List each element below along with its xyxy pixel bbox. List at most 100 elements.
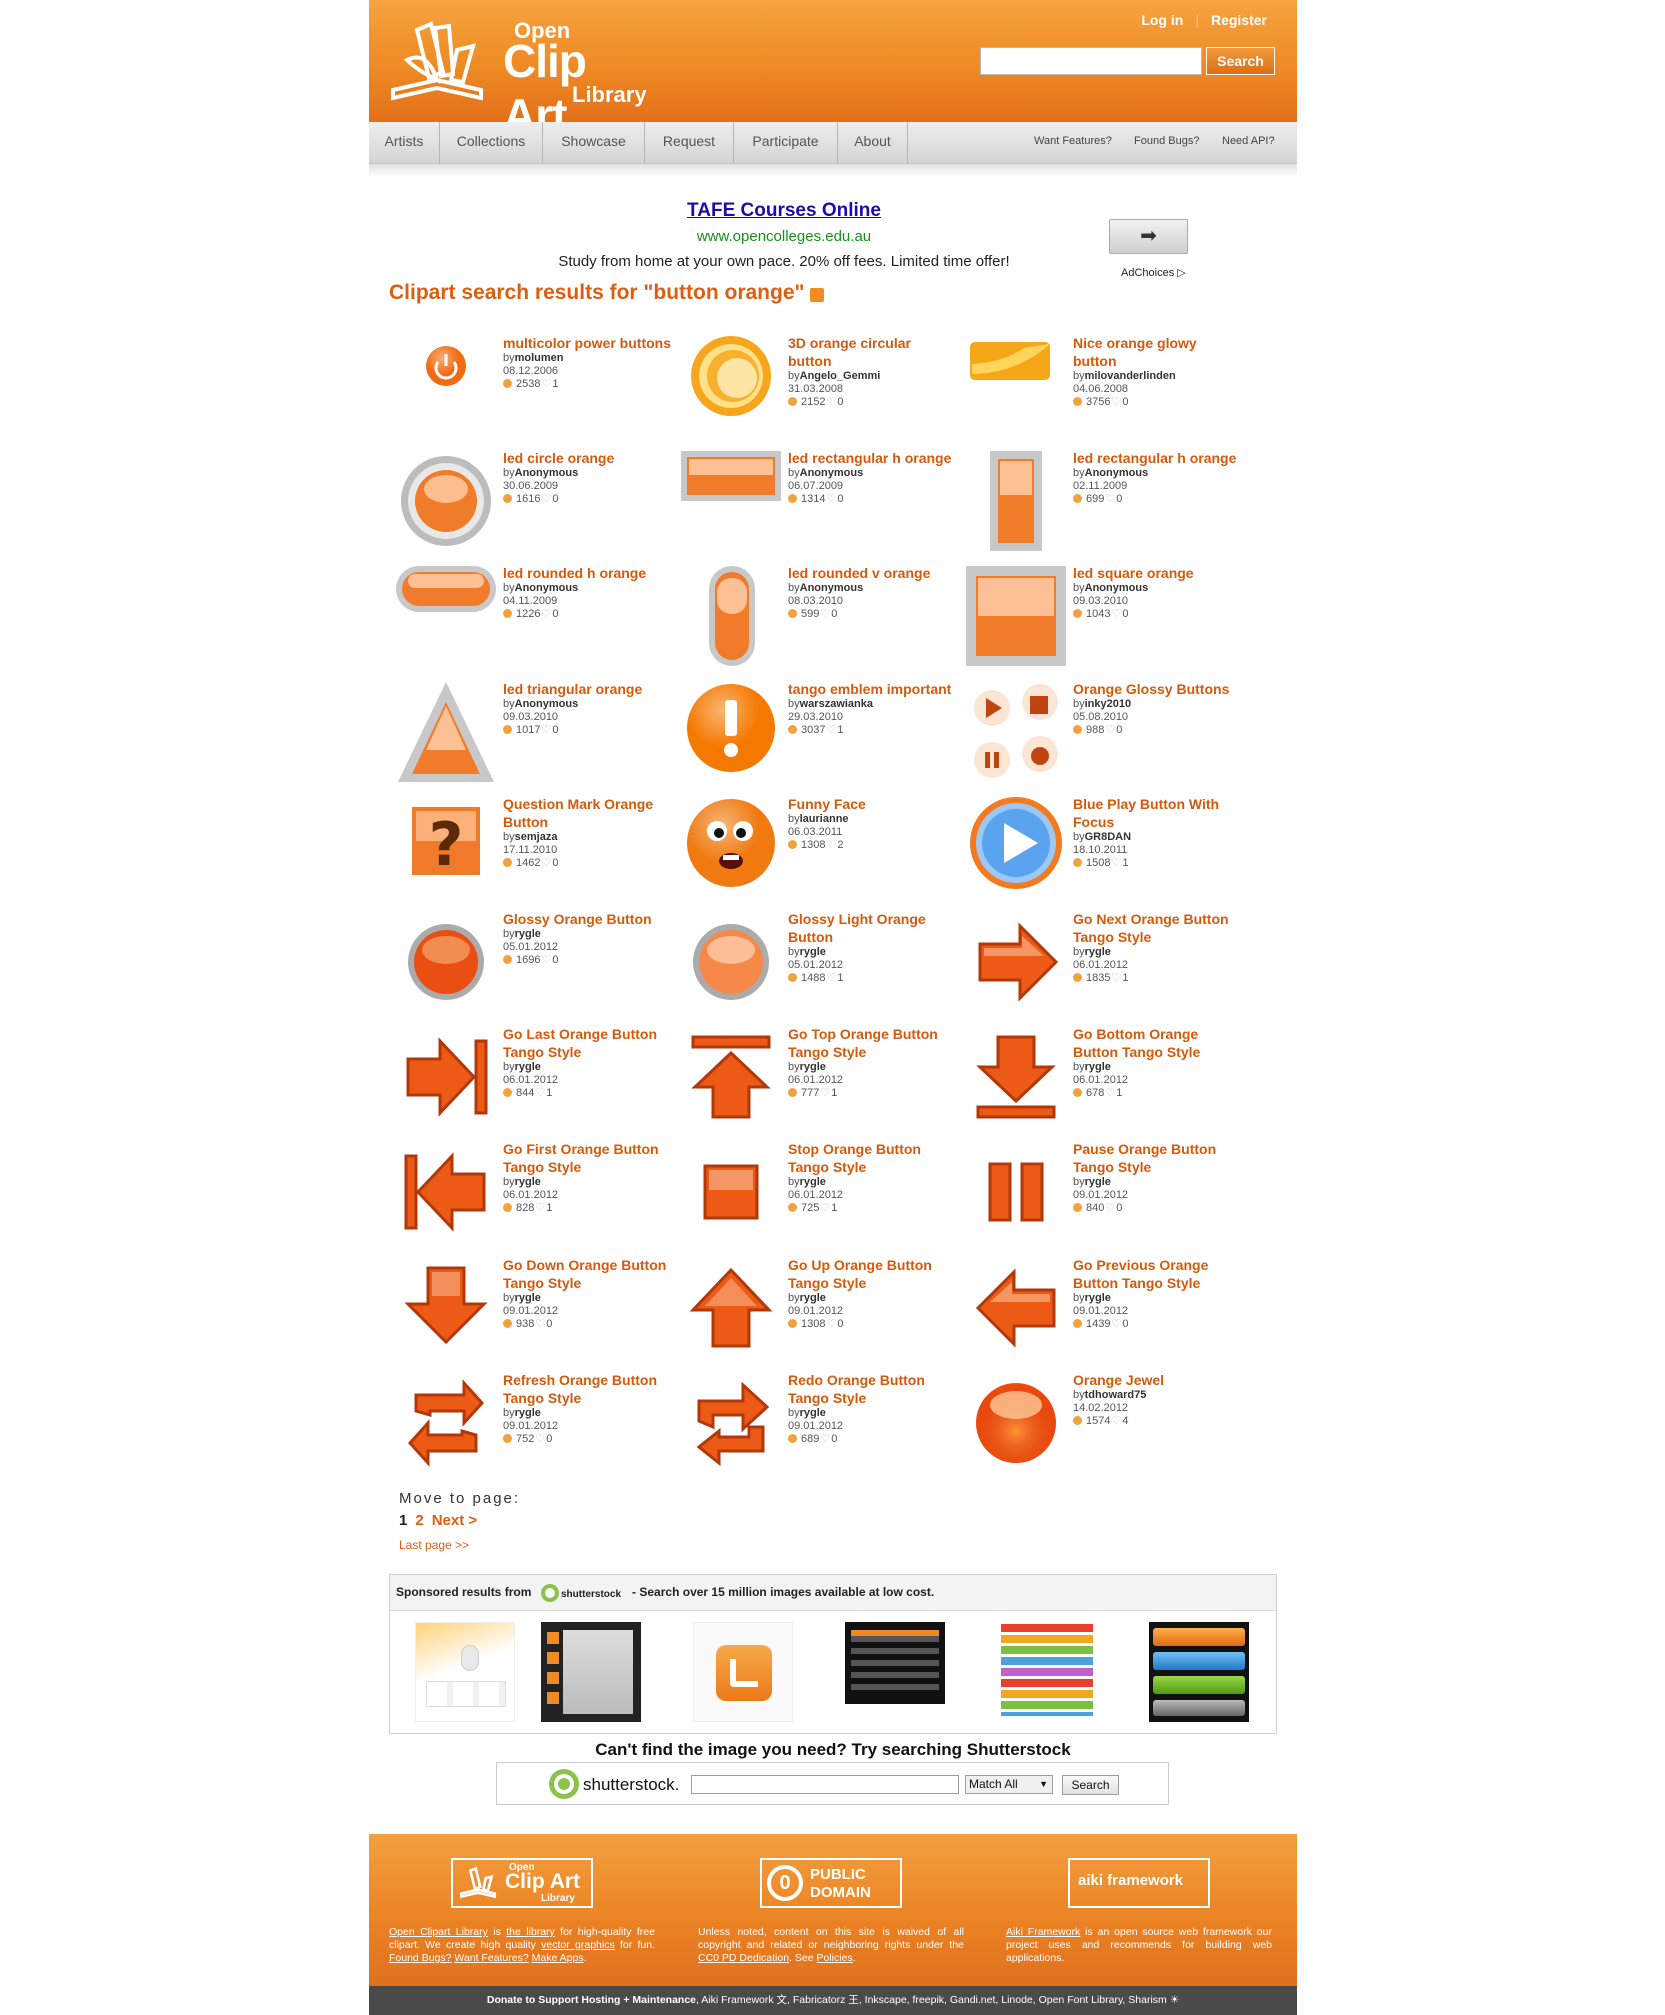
sponsor-links[interactable]: , Aiki Framework 文, Fabricatorz 王, Inksc… — [696, 1994, 1179, 2006]
go-top-icon[interactable] — [679, 1025, 784, 1130]
nav-want-features[interactable]: Want Features? — [1034, 122, 1112, 164]
author-link[interactable]: Angelo_Gemmi — [800, 370, 881, 382]
result-title-link[interactable]: Stop Orange Button Tango Style — [788, 1140, 958, 1176]
sponsored-thumb-3[interactable] — [693, 1622, 793, 1722]
author-link[interactable]: GR8DAN — [1085, 831, 1131, 843]
footer-policies-link[interactable]: Policies — [816, 1952, 852, 1964]
author-link[interactable]: rygle — [800, 1061, 826, 1073]
heart-icon[interactable]: ♡ — [541, 608, 551, 620]
author-link[interactable]: Anonymous — [800, 582, 864, 594]
sponsored-thumb-2[interactable] — [541, 1622, 641, 1722]
result-item[interactable]: Nice orange glowy button bymilovanderlind… — [964, 334, 1249, 444]
go-next-icon[interactable] — [964, 910, 1069, 1015]
site-logo[interactable]: Open Clip Art Library — [387, 14, 657, 141]
glowy-button-icon[interactable] — [964, 334, 1069, 439]
nav-need-api[interactable]: Need API? — [1222, 122, 1275, 164]
result-title-link[interactable]: Question Mark Orange Button — [503, 795, 673, 831]
heart-icon[interactable]: ♡ — [1111, 972, 1121, 984]
play-button-icon[interactable] — [964, 795, 1069, 900]
author-link[interactable]: warszawianka — [800, 698, 873, 710]
author-link[interactable]: rygle — [515, 928, 541, 940]
led-rect-v-icon[interactable] — [964, 449, 1069, 554]
result-item[interactable]: ? Question Mark Orange Button bysemjaza 17.… — [394, 795, 679, 905]
heart-icon[interactable]: ♡ — [1105, 493, 1115, 505]
author-link[interactable]: rygle — [1085, 946, 1111, 958]
author-link[interactable]: rygle — [515, 1176, 541, 1188]
result-title-link[interactable]: Glossy Orange Button — [503, 910, 673, 928]
result-title-link[interactable]: led triangular orange — [503, 680, 673, 698]
led-square-icon[interactable] — [964, 564, 1069, 669]
heart-icon[interactable]: ♡ — [820, 1087, 830, 1099]
author-link[interactable]: Anonymous — [515, 582, 579, 594]
sponsored-thumb-1[interactable] — [415, 1622, 515, 1722]
author-link[interactable]: rygle — [515, 1061, 541, 1073]
result-item[interactable]: Stop Orange Button Tango Style byrygle 06.… — [679, 1140, 964, 1250]
heart-icon[interactable]: ♡ — [826, 972, 836, 984]
result-item[interactable]: Blue Play Button With Focus byGR8DAN 18.10… — [964, 795, 1249, 905]
heart-icon[interactable]: ♡ — [1111, 1318, 1121, 1330]
heart-icon[interactable]: ♡ — [1105, 1202, 1115, 1214]
result-item[interactable]: led rectangular h orange byAnonymous 06.07… — [679, 449, 964, 559]
go-first-icon[interactable] — [394, 1140, 499, 1245]
led-rect-h-icon[interactable] — [679, 449, 784, 554]
heart-icon[interactable]: ♡ — [541, 857, 551, 869]
result-item[interactable]: Go First Orange Button Tango Style byrygl… — [394, 1140, 679, 1250]
go-last-icon[interactable] — [394, 1025, 499, 1130]
result-item[interactable]: Glossy Light Orange Button byrygle 05.01.2… — [679, 910, 964, 1020]
result-title-link[interactable]: Funny Face — [788, 795, 958, 813]
go-previous-icon[interactable] — [964, 1256, 1069, 1361]
result-title-link[interactable]: led rectangular h orange — [788, 449, 958, 467]
result-item[interactable]: Orange Glossy Buttons byinky2010 05.08.201… — [964, 680, 1249, 790]
heart-icon[interactable]: ♡ — [826, 1318, 836, 1330]
heart-icon[interactable]: ♡ — [1105, 1087, 1115, 1099]
heart-icon[interactable]: ♡ — [826, 839, 836, 851]
heart-icon[interactable]: ♡ — [826, 724, 836, 736]
heart-icon[interactable]: ♡ — [535, 1433, 545, 1445]
heart-icon[interactable]: ♡ — [541, 493, 551, 505]
header-search-button[interactable]: Search — [1206, 47, 1275, 75]
nav-artists[interactable]: Artists — [369, 122, 440, 164]
result-title-link[interactable]: multicolor power buttons — [503, 334, 673, 352]
result-title-link[interactable]: 3D orange circular button — [788, 334, 958, 370]
result-title-link[interactable]: led rounded h orange — [503, 564, 673, 582]
heart-icon[interactable]: ♡ — [826, 396, 836, 408]
sponsored-thumb-6[interactable] — [1149, 1622, 1249, 1722]
result-title-link[interactable]: Glossy Light Orange Button — [788, 910, 958, 946]
footer-clipart-badge[interactable]: Open Clip Art Library — [451, 1858, 593, 1908]
author-link[interactable]: Anonymous — [515, 467, 579, 479]
nav-about[interactable]: About — [838, 122, 908, 164]
result-item[interactable]: 3D orange circular button byAngelo_Gemmi 3… — [679, 334, 964, 444]
register-link[interactable]: Register — [1211, 12, 1267, 28]
last-page-link[interactable]: Last page >> — [399, 1538, 469, 1552]
heart-icon[interactable]: ♡ — [541, 378, 551, 390]
result-item[interactable]: led square orange byAnonymous 09.03.2010 10… — [964, 564, 1249, 674]
result-title-link[interactable]: led square orange — [1073, 564, 1243, 582]
nav-collections[interactable]: Collections — [440, 122, 543, 164]
result-item[interactable]: tango emblem important bywarszawianka 29.0… — [679, 680, 964, 790]
result-title-link[interactable]: Go Next Orange Button Tango Style — [1073, 910, 1243, 946]
orange-jewel-icon[interactable] — [964, 1371, 1069, 1476]
match-all-select[interactable]: Match All ▼ — [965, 1775, 1053, 1794]
heart-icon[interactable]: ♡ — [535, 1318, 545, 1330]
funny-face-icon[interactable] — [679, 795, 784, 900]
stop-icon[interactable] — [679, 1140, 784, 1245]
author-link[interactable]: rygle — [1085, 1292, 1111, 1304]
public-domain-badge[interactable]: 0 PUBLIC DOMAIN — [760, 1858, 902, 1908]
result-item[interactable]: Orange Jewel bytdhoward75 14.02.2012 1574♡4 — [964, 1371, 1249, 1481]
heart-icon[interactable]: ♡ — [1111, 1415, 1121, 1427]
result-item[interactable]: Go Down Orange Button Tango Style byrygle… — [394, 1256, 679, 1366]
result-title-link[interactable]: Go Top Orange Button Tango Style — [788, 1025, 958, 1061]
result-title-link[interactable]: Nice orange glowy button — [1073, 334, 1243, 370]
result-title-link[interactable]: Go First Orange Button Tango Style — [503, 1140, 673, 1176]
ad-title-link[interactable]: TAFE Courses Online — [369, 200, 1199, 222]
header-search-input[interactable] — [980, 47, 1202, 75]
author-link[interactable]: Anonymous — [1085, 582, 1149, 594]
heart-icon[interactable]: ♡ — [1111, 396, 1121, 408]
result-item[interactable]: led rounded h orange byAnonymous 04.11.200… — [394, 564, 679, 674]
result-title-link[interactable]: Go Bottom Orange Button Tango Style — [1073, 1025, 1243, 1061]
shutterstock-small-logo[interactable]: shutterstock — [539, 1582, 625, 1604]
emblem-important-icon[interactable] — [679, 680, 784, 785]
author-link[interactable]: milovanderlinden — [1085, 370, 1176, 382]
next-page-link[interactable]: Next > — [432, 1512, 477, 1529]
footer-apps-link[interactable]: Make Apps — [532, 1952, 584, 1964]
